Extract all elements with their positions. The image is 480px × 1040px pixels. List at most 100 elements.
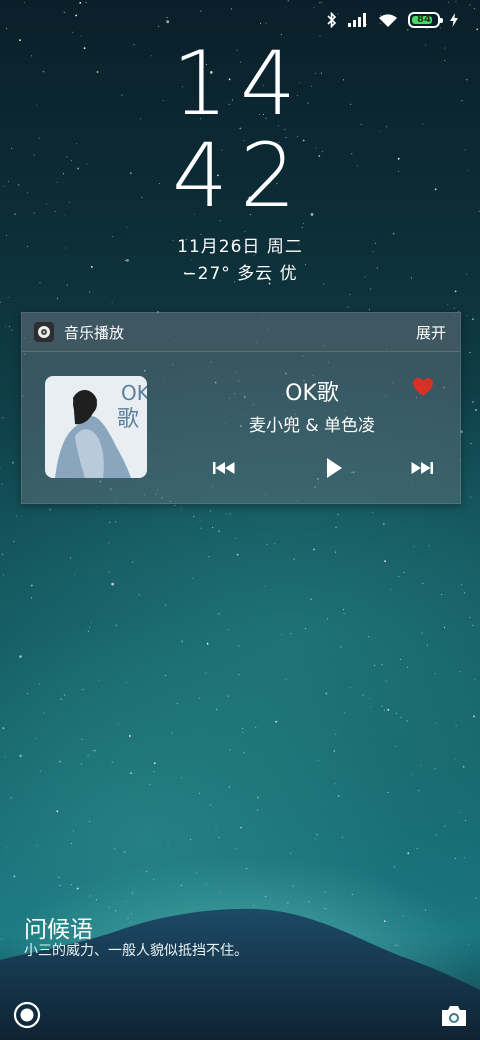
star bbox=[82, 689, 84, 691]
next-icon[interactable] bbox=[410, 453, 434, 483]
star bbox=[1, 553, 3, 555]
star bbox=[447, 303, 449, 305]
star bbox=[362, 694, 364, 696]
star bbox=[390, 589, 392, 591]
star bbox=[318, 2, 320, 4]
star bbox=[192, 578, 194, 579]
star bbox=[381, 705, 383, 707]
bluetooth-icon bbox=[327, 12, 337, 28]
song-artist: 麦小兜 & 单色凌 bbox=[248, 416, 376, 436]
star bbox=[370, 706, 372, 708]
greeting-title: 问候语 bbox=[24, 917, 93, 943]
star bbox=[88, 291, 90, 293]
star bbox=[461, 584, 463, 586]
star bbox=[325, 692, 328, 695]
star bbox=[1, 483, 3, 485]
star bbox=[43, 712, 45, 714]
star bbox=[63, 11, 65, 13]
star bbox=[196, 871, 198, 873]
star bbox=[337, 795, 340, 797]
star bbox=[166, 20, 170, 24]
star bbox=[31, 597, 33, 599]
star bbox=[475, 409, 477, 411]
star bbox=[466, 315, 468, 316]
star bbox=[94, 750, 96, 752]
star bbox=[181, 640, 184, 643]
star bbox=[80, 35, 82, 37]
star bbox=[265, 895, 267, 897]
star bbox=[58, 876, 60, 878]
music-notification-card[interactable]: 音乐播放 展开 OK 歌 OK歌 麦小兜 & 单色凌 bbox=[21, 312, 461, 504]
star bbox=[264, 585, 266, 587]
star bbox=[239, 826, 242, 829]
star bbox=[421, 632, 423, 634]
star bbox=[72, 31, 74, 33]
star bbox=[469, 352, 471, 353]
star bbox=[39, 683, 41, 685]
star bbox=[443, 626, 445, 628]
star bbox=[66, 284, 68, 286]
star bbox=[27, 692, 28, 694]
star bbox=[238, 645, 240, 647]
star bbox=[472, 401, 474, 403]
star bbox=[292, 885, 294, 887]
star bbox=[73, 830, 74, 832]
star bbox=[6, 847, 7, 849]
star bbox=[387, 709, 390, 711]
star bbox=[176, 703, 178, 705]
star bbox=[243, 752, 245, 754]
star bbox=[0, 467, 1, 469]
star bbox=[428, 545, 430, 547]
star bbox=[89, 626, 91, 628]
expand-button[interactable]: 展开 bbox=[416, 322, 446, 343]
star bbox=[301, 227, 303, 228]
star bbox=[15, 515, 17, 517]
star bbox=[400, 716, 402, 718]
star bbox=[210, 804, 212, 806]
star bbox=[313, 548, 315, 551]
star bbox=[111, 582, 114, 586]
star bbox=[369, 309, 370, 311]
star bbox=[398, 576, 400, 578]
star bbox=[181, 777, 183, 779]
star bbox=[394, 866, 396, 868]
star bbox=[158, 25, 160, 27]
star bbox=[108, 542, 110, 544]
star bbox=[123, 851, 126, 854]
play-icon[interactable] bbox=[324, 453, 344, 483]
svg-text:歌: 歌 bbox=[117, 407, 139, 432]
star bbox=[227, 695, 229, 697]
favorite-heart-icon[interactable] bbox=[412, 377, 434, 397]
star bbox=[475, 897, 477, 899]
star bbox=[89, 821, 91, 822]
star bbox=[441, 594, 443, 595]
star bbox=[218, 836, 220, 838]
star bbox=[349, 294, 351, 296]
star bbox=[60, 698, 62, 701]
star bbox=[115, 521, 116, 523]
star bbox=[370, 288, 371, 290]
star bbox=[98, 679, 100, 681]
star bbox=[153, 762, 156, 765]
star bbox=[90, 622, 92, 624]
music-app-icon bbox=[34, 322, 54, 342]
star bbox=[130, 772, 133, 774]
star bbox=[193, 515, 195, 517]
star bbox=[165, 604, 167, 606]
star bbox=[407, 852, 410, 855]
star bbox=[413, 546, 415, 548]
circle-target-icon[interactable] bbox=[13, 1001, 41, 1029]
star bbox=[368, 636, 370, 638]
previous-icon[interactable] bbox=[212, 453, 236, 483]
star bbox=[319, 35, 321, 37]
star bbox=[5, 326, 7, 328]
star bbox=[406, 720, 408, 722]
star bbox=[146, 870, 148, 872]
star bbox=[228, 786, 230, 788]
camera-icon[interactable] bbox=[440, 1004, 468, 1028]
star bbox=[87, 630, 89, 632]
star bbox=[13, 875, 16, 878]
star bbox=[464, 819, 466, 821]
star bbox=[19, 754, 23, 758]
song-title: OK歌 bbox=[285, 381, 339, 406]
